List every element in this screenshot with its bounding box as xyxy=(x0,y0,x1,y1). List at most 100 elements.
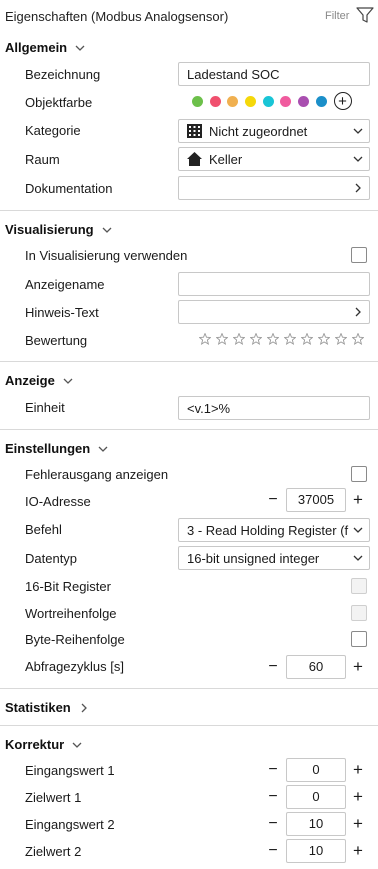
decrement-button[interactable]: − xyxy=(266,758,280,782)
korrektur-input[interactable]: 10 xyxy=(286,839,346,863)
color-swatch[interactable] xyxy=(227,95,239,107)
star-icon[interactable] xyxy=(216,333,228,345)
house-icon xyxy=(187,152,202,166)
chevron-down-icon xyxy=(353,555,363,561)
rating-stars[interactable] xyxy=(199,333,369,345)
star-icon[interactable] xyxy=(250,333,262,345)
decrement-button[interactable]: − xyxy=(266,785,280,809)
fehlerausgang-checkbox[interactable] xyxy=(351,466,367,482)
divider xyxy=(0,725,378,726)
byte-reihenfolge-checkbox[interactable] xyxy=(351,631,367,647)
color-swatch[interactable] xyxy=(280,95,292,107)
dokumentation-field[interactable] xyxy=(178,176,370,200)
kategorie-value: Nicht zugeordnet xyxy=(209,123,308,139)
section-title: Visualisierung xyxy=(5,222,94,237)
increment-button[interactable]: + xyxy=(351,839,365,863)
properties-header: Eigenschaften (Modbus Analogsensor) Filt… xyxy=(0,0,378,33)
einheit-value: <v.1>% xyxy=(187,400,231,416)
chevron-right-icon xyxy=(355,183,361,193)
section-allgemein-header[interactable]: Allgemein xyxy=(5,40,85,55)
byte-reihenfolge-label: Byte-Reihenfolge xyxy=(25,632,125,647)
section-korrektur-header[interactable]: Korrektur xyxy=(5,737,82,752)
datentyp-value: 16-bit unsigned integer xyxy=(187,550,320,566)
korrektur-label: Zielwert 2 xyxy=(25,844,82,859)
star-icon[interactable] xyxy=(335,333,347,345)
chevron-right-icon xyxy=(81,703,87,712)
section-anzeige-header[interactable]: Anzeige xyxy=(5,373,73,388)
increment-button[interactable]: + xyxy=(351,655,365,679)
befehl-select[interactable]: 3 - Read Holding Register (f xyxy=(178,518,370,542)
einheit-label: Einheit xyxy=(25,400,65,415)
bezeichnung-label: Bezeichnung xyxy=(25,67,101,82)
raum-value: Keller xyxy=(209,151,243,167)
star-icon[interactable] xyxy=(267,333,279,345)
decrement-button[interactable]: − xyxy=(266,655,280,679)
color-palette: + xyxy=(192,92,352,110)
decrement-button[interactable]: − xyxy=(266,488,280,512)
decrement-button[interactable]: − xyxy=(266,812,280,836)
abfragezyklus-stepper: − 60 + xyxy=(262,655,370,679)
divider xyxy=(0,210,378,211)
chevron-down-icon xyxy=(98,446,108,452)
category-grid-icon xyxy=(187,124,202,138)
divider xyxy=(0,361,378,362)
increment-button[interactable]: + xyxy=(351,812,365,836)
16bit-register-checkbox[interactable] xyxy=(351,578,367,594)
decrement-button[interactable]: − xyxy=(266,839,280,863)
chevron-right-icon xyxy=(355,307,361,317)
color-swatch[interactable] xyxy=(315,95,327,107)
raum-select[interactable]: Keller xyxy=(178,147,370,171)
chevron-down-icon xyxy=(102,227,112,233)
star-icon[interactable] xyxy=(284,333,296,345)
star-icon[interactable] xyxy=(301,333,313,345)
star-icon[interactable] xyxy=(199,333,211,345)
section-title: Korrektur xyxy=(5,737,65,752)
chevron-down-icon xyxy=(72,742,82,748)
color-swatch[interactable] xyxy=(209,95,221,107)
hinweis-text-label: Hinweis-Text xyxy=(25,305,99,320)
section-einstellungen-header[interactable]: Einstellungen xyxy=(5,441,108,456)
korrektur-input[interactable]: 0 xyxy=(286,785,346,809)
color-swatch[interactable] xyxy=(298,95,310,107)
16bit-register-label: 16-Bit Register xyxy=(25,579,111,594)
filter-funnel-icon[interactable] xyxy=(356,7,374,24)
korrektur-input[interactable]: 0 xyxy=(286,758,346,782)
filter-label[interactable]: Filter xyxy=(325,10,349,22)
increment-button[interactable]: + xyxy=(351,758,365,782)
section-statistiken-header[interactable]: Statistiken xyxy=(5,700,89,715)
wortreihenfolge-label: Wortreihenfolge xyxy=(25,606,117,621)
in-visualisierung-label: In Visualisierung verwenden xyxy=(25,248,188,263)
section-title: Anzeige xyxy=(5,373,55,388)
star-icon[interactable] xyxy=(233,333,245,345)
panel-title: Eigenschaften (Modbus Analogsensor) xyxy=(5,9,229,24)
korrektur-stepper: − 0 + xyxy=(262,785,370,809)
chevron-down-icon xyxy=(353,525,363,535)
datentyp-select[interactable]: 16-bit unsigned integer xyxy=(178,546,370,570)
in-visualisierung-checkbox[interactable] xyxy=(351,247,367,263)
dokumentation-label: Dokumentation xyxy=(25,181,113,196)
increment-button[interactable]: + xyxy=(351,488,365,512)
io-adresse-input[interactable]: 37005 xyxy=(286,488,346,512)
anzeigename-input[interactable] xyxy=(178,272,370,296)
einheit-input[interactable]: <v.1>% xyxy=(178,396,370,420)
star-icon[interactable] xyxy=(352,333,364,345)
hinweis-text-field[interactable] xyxy=(178,300,370,324)
fehlerausgang-label: Fehlerausgang anzeigen xyxy=(25,467,169,482)
increment-button[interactable]: + xyxy=(351,785,365,809)
kategorie-select[interactable]: Nicht zugeordnet xyxy=(178,119,370,143)
star-icon[interactable] xyxy=(318,333,330,345)
abfragezyklus-input[interactable]: 60 xyxy=(286,655,346,679)
korrektur-label: Zielwert 1 xyxy=(25,790,82,805)
color-swatch[interactable] xyxy=(245,95,257,107)
color-swatch[interactable] xyxy=(192,95,203,107)
datentyp-label: Datentyp xyxy=(25,551,78,566)
kategorie-label: Kategorie xyxy=(25,123,81,138)
color-swatch[interactable] xyxy=(262,95,274,107)
bezeichnung-input[interactable]: Ladestand SOC xyxy=(178,62,370,86)
io-adresse-stepper: − 37005 + xyxy=(262,488,370,512)
korrektur-stepper: − 10 + xyxy=(262,812,370,836)
wortreihenfolge-checkbox[interactable] xyxy=(351,605,367,621)
korrektur-input[interactable]: 10 xyxy=(286,812,346,836)
add-color-button[interactable]: + xyxy=(333,92,352,110)
section-visualisierung-header[interactable]: Visualisierung xyxy=(5,222,112,237)
